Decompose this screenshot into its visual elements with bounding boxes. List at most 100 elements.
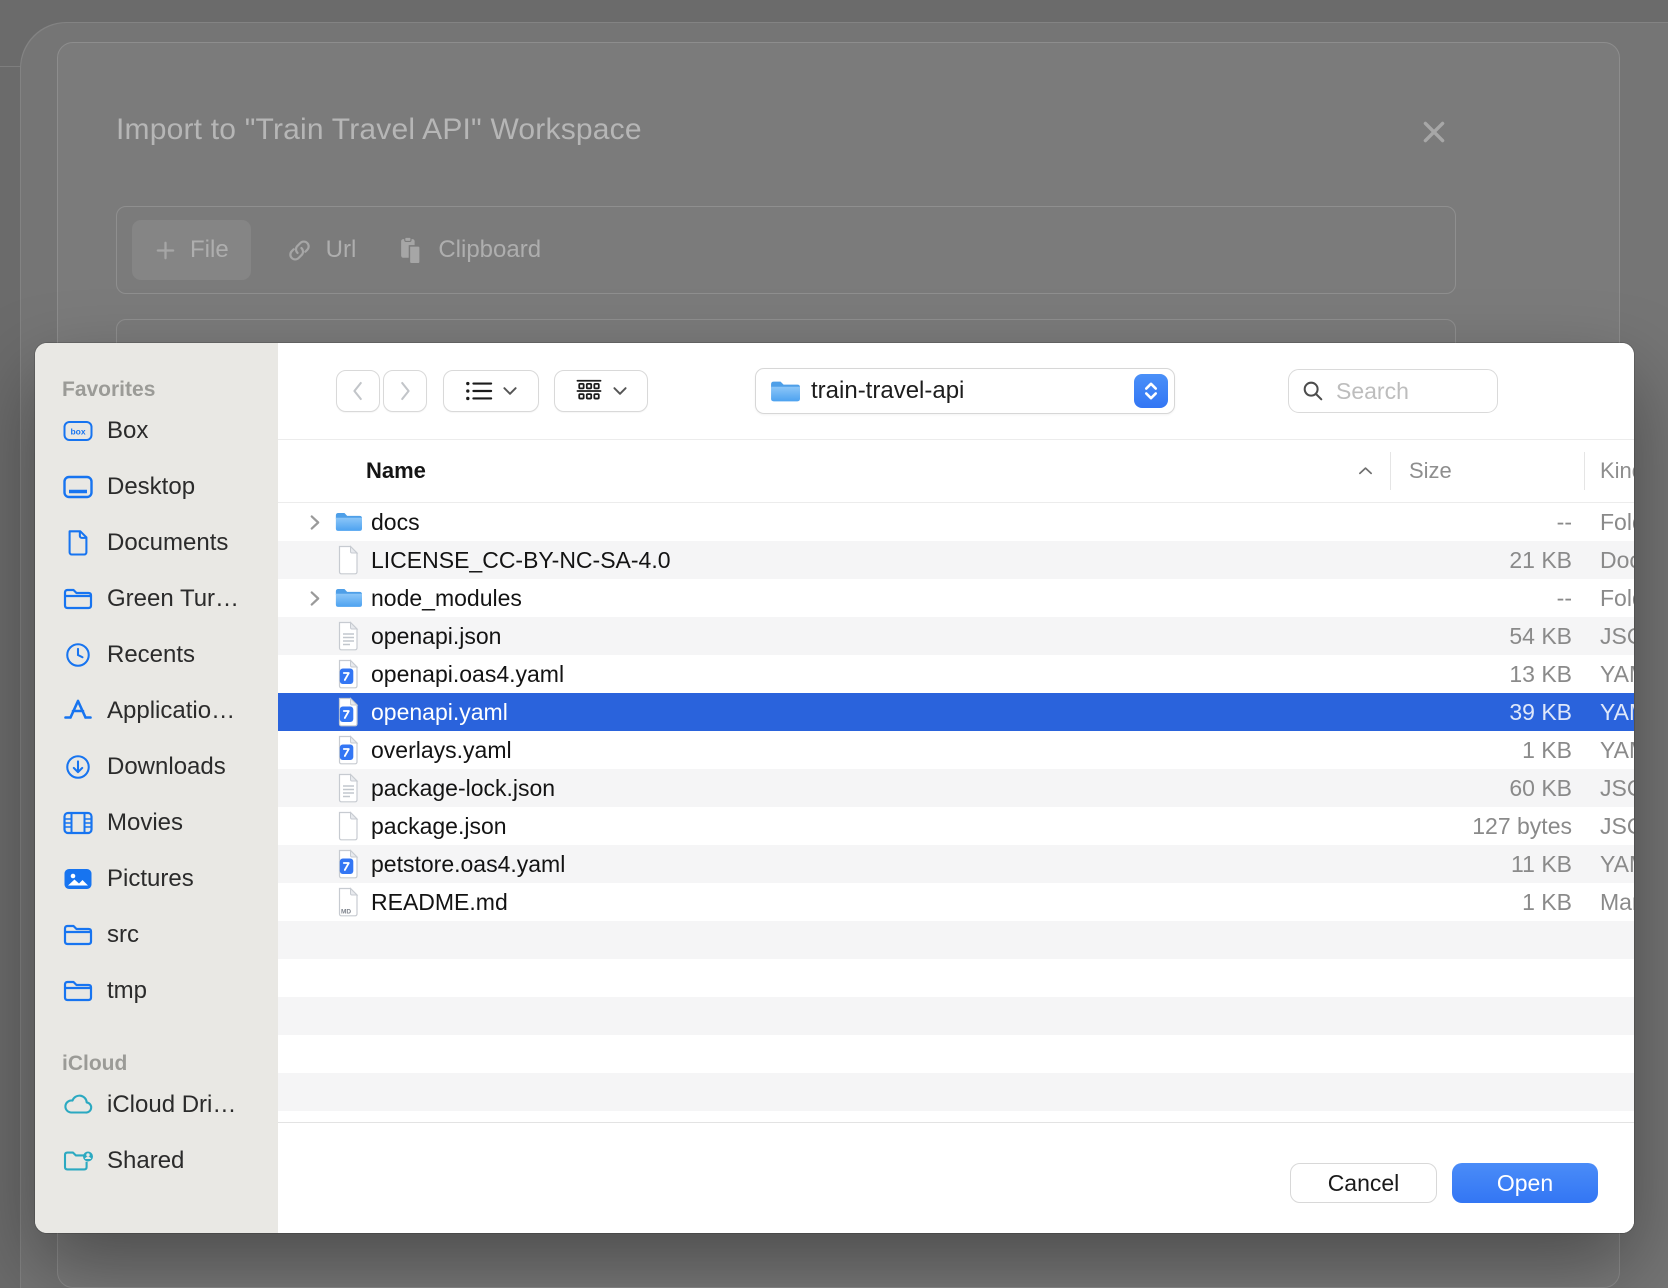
file-name: petstore.oas4.yaml [371,851,565,878]
forward-button[interactable] [383,370,427,412]
sidebar-item-applicatio[interactable]: Applicatio… [62,683,278,739]
column-name-label: Name [366,458,426,484]
film-icon [62,809,94,837]
list-view-button[interactable] [443,370,539,412]
clipboard-icon [398,236,425,265]
sidebar-item-tmp[interactable]: tmp [62,963,278,1019]
document-icon [62,529,94,557]
sidebar-item-label: Box [107,417,148,445]
file-row-readme-md[interactable]: MDREADME.md1 KBMarkdown [278,883,1634,921]
file-kind: JSON [1585,775,1634,802]
svg-text:MD: MD [341,909,351,916]
disclosure-chevron[interactable] [308,513,334,532]
file-row-license-cc-by-nc-sa-4-0[interactable]: LICENSE_CC-BY-NC-SA-4.021 KBDocument [278,541,1634,579]
file-name: LICENSE_CC-BY-NC-SA-4.0 [371,547,671,574]
sidebar-item-src[interactable]: src [62,907,278,963]
link-icon [286,237,313,264]
file-name-cell: overlays.yaml [278,731,1390,769]
doc-lines-icon [334,621,362,651]
sidebar-item-recents[interactable]: Recents [62,627,278,683]
location-stepper[interactable] [1134,374,1168,408]
sidebar-item-box[interactable]: box Box [62,403,278,459]
file-row-openapi-yaml[interactable]: openapi.yaml39 KBYAML [278,693,1634,731]
shared-folder-icon [62,1147,94,1175]
group-view-button[interactable] [554,370,648,412]
file-row-openapi-json[interactable]: openapi.json 54 KBJSON [278,617,1634,655]
sidebar-item-label: Documents [107,529,228,557]
file-open-dialog: FavoritesboxBoxDesktopDocumentsGreen Tur… [35,343,1634,1233]
sidebar-item-label: Downloads [107,753,226,781]
file-kind: Folder [1585,509,1634,536]
sidebar-item-icloud-dri[interactable]: iCloud Dri… [62,1077,278,1133]
file-row-package-json[interactable]: package.json127 bytesJSON [278,807,1634,845]
list-view-icon [465,379,493,403]
sidebar-item-downloads[interactable]: Downloads [62,739,278,795]
file-size: -- [1390,509,1585,536]
search-field[interactable] [1288,369,1498,413]
location-dropdown[interactable]: train-travel-api [755,368,1175,414]
file-kind: JSON [1585,813,1634,840]
sidebar-item-shared[interactable]: Shared [62,1133,278,1189]
sidebar-item-green-tur[interactable]: Green Tur… [62,571,278,627]
file-row-docs[interactable]: docs--Folder [278,503,1634,541]
sort-ascending-icon [1357,465,1374,477]
file-name-cell: node_modules [278,579,1390,617]
file-size: 127 bytes [1390,813,1585,840]
tab-url-label: Url [326,236,357,264]
chevron-right-icon [308,513,321,532]
import-modal-title: Import to "Train Travel API" Workspace [116,113,642,147]
file-row-petstore-oas4-yaml[interactable]: petstore.oas4.yaml11 KBYAML [278,845,1634,883]
search-icon [1301,379,1325,403]
file-row-openapi-oas4-yaml[interactable]: openapi.oas4.yaml13 KBYAML [278,655,1634,693]
open-button[interactable]: Open [1452,1163,1598,1203]
folder-outline-icon [62,977,94,1005]
sidebar-item-label: Shared [107,1147,184,1175]
file-name: overlays.yaml [371,737,512,764]
file-browser: train-travel-api Name Size [278,343,1634,1233]
folder-outline-icon [62,921,94,949]
tab-clipboard[interactable]: Clipboard [377,236,562,265]
tab-url[interactable]: Url [265,236,378,264]
folder-icon [334,583,362,613]
disclosure-chevron[interactable] [308,589,334,608]
file-kind: YAML [1585,851,1634,878]
sidebar-item-label: iCloud Dri… [107,1091,236,1119]
file-size: 39 KB [1390,699,1585,726]
file-kind: Folder [1585,585,1634,612]
file-name: openapi.json [371,623,501,650]
file-name: node_modules [371,585,522,612]
file-name: README.md [371,889,508,916]
empty-row [278,1035,1634,1073]
cancel-button[interactable]: Cancel [1290,1163,1437,1203]
sidebar-item-pictures[interactable]: Pictures [62,851,278,907]
appstore-icon [62,697,94,725]
sidebar-item-label: Desktop [107,473,195,501]
sidebar-item-documents[interactable]: Documents [62,515,278,571]
column-header-size[interactable]: Size [1390,452,1585,489]
tab-file[interactable]: File [132,220,251,280]
sidebar-item-label: Pictures [107,865,194,893]
dialog-toolbar: train-travel-api [278,343,1634,440]
file-kind: JSON [1585,623,1634,650]
import-source-tabs: File Url Clipboard [116,206,1456,294]
image-icon [62,865,94,893]
close-icon[interactable] [1419,117,1449,147]
file-name: openapi.yaml [371,699,508,726]
chevron-right-icon [308,589,321,608]
column-header-kind[interactable]: Kind [1585,458,1634,484]
file-row-overlays-yaml[interactable]: overlays.yaml1 KBYAML [278,731,1634,769]
box-icon: box [62,417,94,445]
file-size: 54 KB [1390,623,1585,650]
file-row-node-modules[interactable]: node_modules--Folder [278,579,1634,617]
empty-row [278,1073,1634,1111]
doc-yaml-icon [334,659,362,689]
doc-yaml-icon [334,735,362,765]
sidebar-item-movies[interactable]: Movies [62,795,278,851]
sidebar-item-desktop[interactable]: Desktop [62,459,278,515]
location-label: train-travel-api [811,377,964,405]
back-button[interactable] [336,370,380,412]
search-input[interactable] [1334,377,1487,406]
file-row-package-lock-json[interactable]: package-lock.json60 KBJSON [278,769,1634,807]
column-header-name[interactable]: Name [278,440,1390,502]
file-kind: Markdown [1585,889,1634,916]
